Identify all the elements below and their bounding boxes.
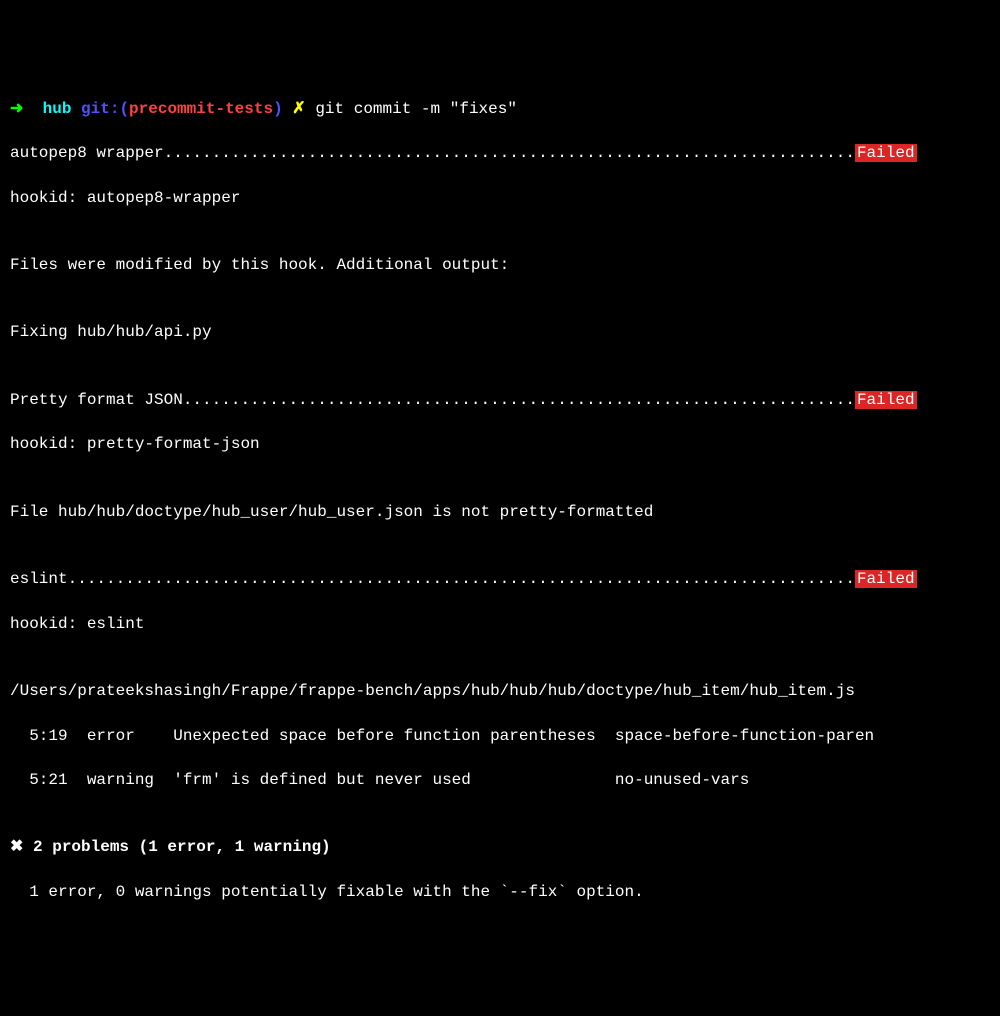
hook-line: autopep8 wrapper........................… <box>10 142 990 164</box>
hookid-line: hookid: autopep8-wrapper <box>10 187 990 209</box>
status-badge: Failed <box>855 144 917 162</box>
hookid-label: hookid: <box>10 435 87 453</box>
git-close: ) <box>273 100 283 118</box>
hook-name: eslint <box>10 570 68 588</box>
hookid-label: hookid: <box>10 615 87 633</box>
status-badge: Failed <box>855 570 917 588</box>
hook-line: eslint..................................… <box>10 568 990 590</box>
x-icon: ✖ <box>10 838 23 856</box>
hook-msg: Fixing hub/hub/api.py <box>10 321 990 343</box>
eslint-error: 5:19 error Unexpected space before funct… <box>10 725 990 747</box>
eslint-summary: ✖ 2 problems (1 error, 1 warning) <box>10 836 990 858</box>
eslint-warning: 5:21 warning 'frm' is defined but never … <box>10 769 990 791</box>
hookid-line: hookid: eslint <box>10 613 990 635</box>
hookid-value: pretty-format-json <box>87 435 260 453</box>
summary-text: 2 problems (1 error, 1 warning) <box>23 838 330 856</box>
git-branch: precommit-tests <box>129 100 273 118</box>
dirty-x-icon: ✗ <box>292 100 305 118</box>
hook-name: autopep8 wrapper <box>10 144 164 162</box>
eslint-file: /Users/prateekshasingh/Frappe/frappe-ben… <box>10 680 990 702</box>
prompt-arrow-icon: ➜ <box>10 100 23 118</box>
hook-line: Pretty format JSON......................… <box>10 389 990 411</box>
git-label: git:( <box>81 100 129 118</box>
hook-name: Pretty format JSON <box>10 391 183 409</box>
status-badge: Failed <box>855 391 917 409</box>
hookid-label: hookid: <box>10 189 87 207</box>
hook-msg: File hub/hub/doctype/hub_user/hub_user.j… <box>10 501 990 523</box>
dots: ........................................… <box>164 144 855 162</box>
hookid-line: hookid: pretty-format-json <box>10 433 990 455</box>
hookid-value: eslint <box>87 615 145 633</box>
hookid-value: autopep8-wrapper <box>87 189 241 207</box>
prompt-line[interactable]: ➜ hub git:(precommit-tests) ✗ git commit… <box>10 98 990 120</box>
dots: ........................................… <box>183 391 855 409</box>
dots: ........................................… <box>68 570 855 588</box>
eslint-fixmsg: 1 error, 0 warnings potentially fixable … <box>10 881 990 903</box>
command-text: git commit -m "fixes" <box>315 100 517 118</box>
prompt-dir: hub <box>43 100 72 118</box>
hook-msg: Files were modified by this hook. Additi… <box>10 254 990 276</box>
